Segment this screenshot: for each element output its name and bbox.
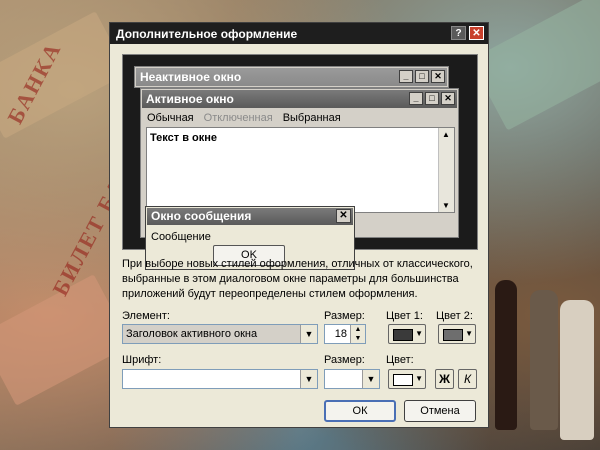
- element-size-label: Размер:: [324, 310, 365, 322]
- vertical-scrollbar[interactable]: ▲ ▼: [438, 128, 454, 212]
- element-label: Элемент:: [122, 310, 170, 322]
- menu-selected[interactable]: Выбранная: [283, 112, 341, 124]
- description-text: При выборе новых стилей оформления, отли…: [122, 258, 473, 300]
- ok-button[interactable]: ОК: [324, 400, 396, 422]
- font-select[interactable]: ▼: [122, 369, 318, 389]
- font-color-swatch: [393, 374, 413, 386]
- element-select[interactable]: Заголовок активного окна ▼: [122, 324, 318, 344]
- color1-label: Цвет 1:: [386, 310, 423, 322]
- bold-button[interactable]: Ж: [435, 369, 454, 389]
- color2-swatch: [443, 329, 463, 341]
- scroll-down-icon[interactable]: ▼: [442, 201, 450, 210]
- chevron-down-icon: ▼: [415, 374, 423, 383]
- preview-area[interactable]: Неактивное окно _ □ ✕ Активное окно _ □ …: [122, 54, 478, 270]
- color1-swatch: [393, 329, 413, 341]
- font-size-select[interactable]: ▼: [324, 369, 380, 389]
- font-label: Шрифт:: [122, 354, 162, 366]
- spin-down-icon[interactable]: ▼: [351, 334, 365, 343]
- active-window-title: Активное окно: [146, 92, 234, 106]
- maximize-icon: □: [415, 70, 429, 83]
- element-size-input[interactable]: 18 ▲ ▼: [324, 324, 366, 344]
- inactive-window-preview[interactable]: Неактивное окно _ □ ✕: [134, 66, 449, 88]
- chevron-down-icon: ▼: [415, 329, 423, 338]
- chevron-down-icon[interactable]: ▼: [300, 370, 317, 388]
- color2-button[interactable]: ▼: [438, 324, 476, 344]
- window-text-label: Текст в окне: [150, 132, 218, 144]
- dialog-titlebar: Дополнительное оформление ? ✕: [110, 23, 488, 44]
- close-icon[interactable]: ✕: [469, 26, 484, 40]
- font-color-label: Цвет:: [386, 354, 414, 366]
- size-spinner[interactable]: ▲ ▼: [350, 325, 365, 343]
- preview-menubar: Обычная Отключенная Выбранная: [141, 109, 458, 127]
- close-icon: ✕: [441, 92, 455, 105]
- help-icon[interactable]: ?: [451, 26, 466, 40]
- minimize-icon: _: [409, 92, 423, 105]
- spin-up-icon[interactable]: ▲: [351, 325, 365, 334]
- scroll-up-icon[interactable]: ▲: [442, 130, 450, 139]
- close-icon: ✕: [431, 70, 445, 83]
- window-text-area[interactable]: Текст в окне ▲ ▼: [146, 127, 455, 213]
- font-size-label: Размер:: [324, 354, 365, 366]
- color2-label: Цвет 2:: [436, 310, 473, 322]
- italic-button[interactable]: К: [458, 369, 477, 389]
- menu-normal[interactable]: Обычная: [147, 112, 194, 124]
- message-box-title: Окно сообщения: [151, 209, 252, 223]
- chevron-down-icon[interactable]: ▼: [300, 325, 317, 343]
- color1-button[interactable]: ▼: [388, 324, 426, 344]
- message-text: Сообщение: [151, 231, 211, 243]
- close-icon: ✕: [336, 209, 351, 223]
- minimize-icon: _: [399, 70, 413, 83]
- menu-disabled[interactable]: Отключенная: [204, 112, 273, 124]
- inactive-window-title: Неактивное окно: [140, 70, 242, 84]
- dialog-title: Дополнительное оформление: [116, 26, 298, 41]
- chevron-down-icon[interactable]: ▼: [362, 370, 379, 388]
- cancel-button[interactable]: Отмена: [404, 400, 476, 422]
- advanced-appearance-dialog: Дополнительное оформление ? ✕ Неактивное…: [109, 22, 489, 428]
- maximize-icon: □: [425, 92, 439, 105]
- chevron-down-icon: ▼: [465, 329, 473, 338]
- element-size-value: 18: [334, 328, 347, 340]
- font-color-button[interactable]: ▼: [388, 369, 426, 389]
- element-value: Заголовок активного окна: [126, 328, 258, 340]
